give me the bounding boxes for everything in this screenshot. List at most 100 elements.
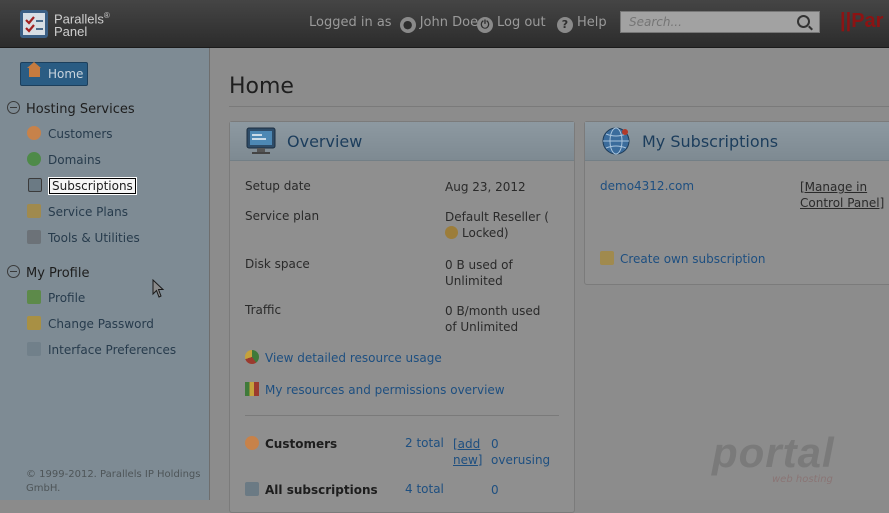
collapse-icon[interactable] [7, 101, 20, 114]
section-title-label: Hosting Services [26, 102, 135, 117]
tools-icon [27, 230, 41, 244]
search-box [620, 11, 820, 33]
person-icon [245, 436, 259, 450]
monitor-icon [246, 127, 276, 158]
resources-permissions-link[interactable]: My resources and permissions overview [245, 382, 505, 397]
view-resource-usage-link[interactable]: View detailed resource usage [245, 350, 442, 365]
user-name-link[interactable]: John Doe [420, 15, 478, 30]
sidebar-item-label: Service Plans [48, 205, 128, 219]
sidebar-item-label: Subscriptions [49, 178, 136, 194]
sidebar-item-customers[interactable]: Customers [27, 125, 113, 143]
disk-space-label: Disk space [245, 257, 310, 271]
sidebar-item-subscriptions[interactable]: Subscriptions [28, 177, 136, 195]
all-subscriptions-stat: All subscriptions [245, 482, 378, 497]
subscription-domain-link[interactable]: demo4312.com [600, 179, 694, 193]
sidebar-item-domains[interactable]: Domains [27, 151, 101, 169]
service-plan-label: Service plan [245, 209, 320, 223]
parallels-logo-icon [19, 9, 49, 39]
home-icon [27, 62, 41, 77]
copyright-text: © 1999-2012. Parallels IP Holdings GmbH. [26, 469, 201, 494]
service-plan-icon [27, 204, 41, 218]
setup-date-label: Setup date [245, 179, 311, 193]
logo-registered-mark: ® [103, 11, 110, 20]
top-header-bar: Parallels® Panel Logged in as ● John Doe … [0, 0, 889, 48]
logged-in-info: Logged in as ● John Doe [309, 14, 478, 33]
customers-total-link[interactable]: 2 total [405, 436, 444, 450]
sidebar-item-service-plans[interactable]: Service Plans [27, 203, 128, 221]
help-link[interactable]: ? Help [557, 14, 607, 33]
home-label: Home [48, 67, 84, 81]
create-subscription-link[interactable]: Create own subscription [600, 251, 765, 266]
my-subscriptions-panel: My Subscriptions demo4312.com [Manage in… [584, 121, 889, 285]
watermark-subtext: web hosting [772, 474, 833, 485]
overview-divider [245, 415, 559, 416]
customers-stat: Customers [245, 436, 337, 451]
logged-in-label: Logged in as [309, 15, 392, 30]
service-plan-locked: Locked) [462, 226, 509, 240]
page-title: Home [229, 74, 294, 99]
overview-panel-header: Overview [230, 122, 574, 161]
customers-stat-label: Customers [265, 437, 338, 451]
sidebar-item-interface-preferences[interactable]: Interface Preferences [27, 341, 176, 359]
power-icon: ⏻ [477, 17, 493, 33]
create-subscription-label: Create own subscription [620, 252, 766, 266]
portal-watermark: portal web hosting [712, 429, 835, 486]
my-subscriptions-title: My Subscriptions [642, 132, 779, 151]
view-resource-usage-label: View detailed resource usage [265, 351, 442, 365]
disk-space-value: 0 B used of Unlimited [445, 258, 513, 288]
customers-overusing-link[interactable]: 0 overusing [491, 436, 561, 468]
subscription-icon [245, 482, 259, 496]
subscriptions-total-link[interactable]: 4 total [405, 482, 444, 496]
search-input[interactable] [621, 12, 807, 32]
sidebar-item-label: Change Password [48, 317, 154, 331]
all-subscriptions-label: All subscriptions [265, 483, 378, 497]
logo-product: Panel [54, 24, 88, 40]
help-label: Help [577, 15, 607, 30]
bar-chart-icon [245, 382, 259, 396]
resources-permissions-label: My resources and permissions overview [265, 383, 505, 397]
service-plan-value: Default Reseller ( Locked) [445, 209, 555, 241]
subscriptions-extra-link[interactable]: 0 [491, 482, 499, 498]
globe-icon [601, 126, 631, 159]
lock-icon [445, 226, 458, 239]
person-icon [27, 126, 41, 140]
sidebar-item-label: Customers [48, 127, 113, 141]
overview-title: Overview [287, 132, 363, 151]
setup-date-value: Aug 23, 2012 [445, 180, 526, 194]
sidebar-item-label: Domains [48, 153, 101, 167]
sidebar-item-label: Tools & Utilities [48, 231, 140, 245]
search-icon[interactable] [797, 15, 810, 28]
sidebar-item-tools-utilities[interactable]: Tools & Utilities [27, 229, 140, 247]
traffic-value: 0 B/month used of Unlimited [445, 304, 541, 334]
traffic-label: Traffic [245, 303, 282, 317]
manage-in-control-panel-link[interactable]: [Manage in Control Panel] [800, 179, 889, 211]
sidebar-item-change-password[interactable]: Change Password [27, 315, 154, 333]
title-divider [229, 106, 889, 107]
parallels-brand-logo: ||Par [840, 10, 884, 32]
home-button[interactable]: Home [20, 62, 88, 86]
add-new-customer-link[interactable]: [add new] [453, 436, 483, 468]
preferences-icon [27, 342, 41, 356]
watermark-text: portal [712, 429, 835, 476]
pie-chart-icon [245, 350, 259, 364]
logout-link[interactable]: ⏻ Log out [477, 14, 546, 33]
keys-icon [27, 316, 41, 330]
profile-card-icon [27, 290, 41, 304]
sidebar-item-label: Interface Preferences [48, 343, 177, 357]
sidebar-item-label: Profile [48, 291, 86, 305]
collapse-icon[interactable] [7, 265, 20, 278]
parallels-panel-logo-text: Parallels® Panel [54, 9, 110, 38]
sidebar-item-profile[interactable]: Profile [27, 289, 85, 307]
subscription-icon [28, 178, 42, 192]
mouse-cursor-icon [152, 278, 166, 302]
create-subscription-icon [600, 251, 614, 265]
help-icon: ? [557, 17, 573, 33]
globe-icon [27, 152, 41, 166]
section-hosting-services[interactable]: Hosting Services [7, 101, 135, 117]
sidebar: Home Hosting Services Customers Domains … [0, 48, 210, 500]
section-title-label: My Profile [26, 266, 90, 281]
user-icon: ● [399, 17, 416, 33]
section-my-profile[interactable]: My Profile [7, 265, 89, 281]
subscriptions-panel-header: My Subscriptions [585, 122, 889, 161]
service-plan-name: Default Reseller ( [445, 210, 549, 224]
